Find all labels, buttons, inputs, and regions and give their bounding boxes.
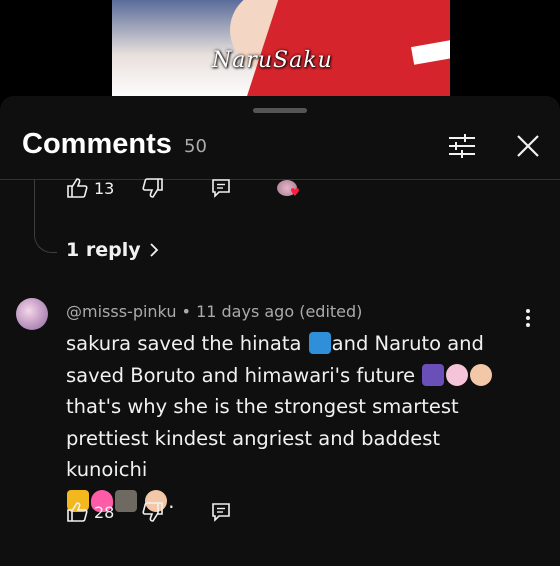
- thumbs-up-icon: [67, 178, 88, 198]
- reply-button[interactable]: [211, 502, 231, 522]
- restroom-emoji-icon: [308, 332, 331, 354]
- like-count: 28: [94, 502, 115, 522]
- prev-reply-button[interactable]: [211, 178, 231, 198]
- thumbs-down-icon: [142, 178, 163, 198]
- video-player[interactable]: NaruSaku: [0, 0, 560, 100]
- prev-like-button[interactable]: 13: [66, 178, 114, 198]
- fist-emoji-icon: [470, 363, 493, 386]
- prev-like-count: 13: [94, 178, 115, 198]
- close-icon: [517, 135, 539, 157]
- close-button[interactable]: [512, 130, 544, 162]
- replies-label: 1 reply: [66, 239, 141, 261]
- more-button[interactable]: [518, 306, 538, 330]
- comments-panel: Comments 50 13 ♥ 1 reply @misss-pinku • …: [0, 96, 560, 566]
- reply-icon: [212, 179, 230, 198]
- video-watermark: NaruSaku: [212, 48, 333, 73]
- thumbs-up-icon: [67, 502, 88, 522]
- comment-meta: @misss-pinku • 11 days ago (edited): [66, 302, 363, 321]
- dislike-button[interactable]: [142, 502, 164, 522]
- drag-handle[interactable]: [253, 108, 307, 113]
- comment-count: 50: [184, 136, 207, 157]
- heart-icon: ♥: [290, 186, 300, 199]
- filter-button[interactable]: [446, 130, 478, 162]
- comment-text: sakura saved the hinata and Naruto and s…: [66, 328, 506, 517]
- thumbs-down-icon: [142, 502, 163, 522]
- cherry-blossom-emoji-icon: [446, 363, 469, 386]
- moai-emoji-icon: [115, 489, 137, 512]
- prev-dislike-button[interactable]: [142, 178, 164, 198]
- transgender-symbol-emoji-icon: [422, 363, 445, 386]
- more-vertical-icon: [526, 309, 530, 327]
- like-button[interactable]: 28: [66, 502, 114, 522]
- panel-title: Comments: [22, 128, 172, 160]
- replies-toggle[interactable]: 1 reply: [66, 239, 159, 261]
- thread-line: [34, 180, 57, 253]
- reply-icon: [212, 503, 230, 522]
- chevron-right-icon: [149, 243, 158, 257]
- sliders-icon: [449, 134, 475, 158]
- avatar[interactable]: [16, 298, 48, 330]
